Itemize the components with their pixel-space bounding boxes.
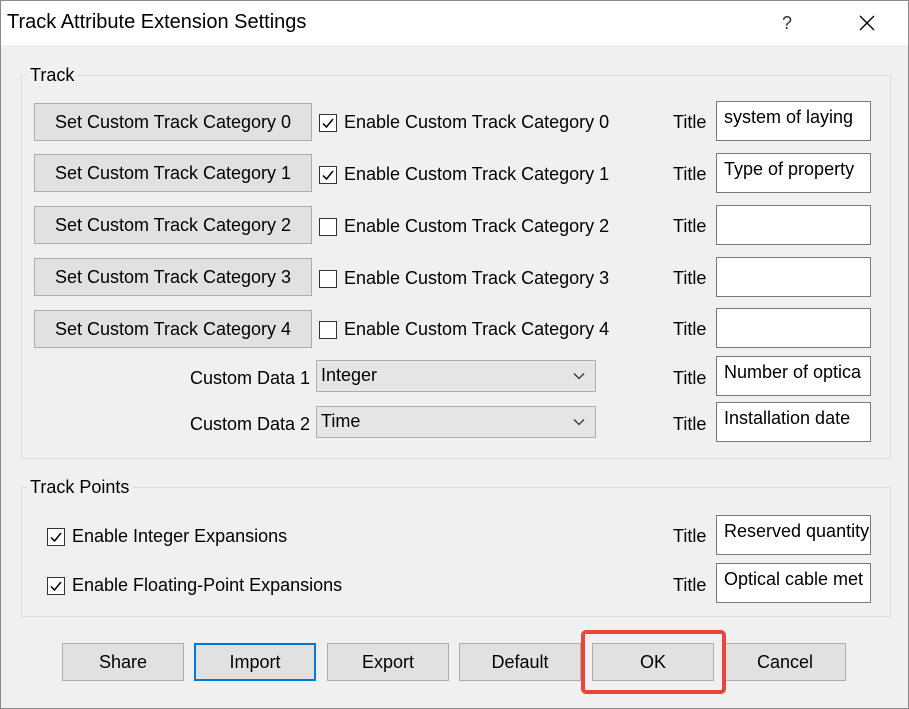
- default-button[interactable]: Default: [459, 643, 581, 681]
- category-0-title-input[interactable]: system of laying: [716, 101, 871, 141]
- share-button[interactable]: Share: [62, 643, 184, 681]
- enable-category-0-checkbox[interactable]: Enable Custom Track Category 0: [319, 112, 609, 133]
- export-button[interactable]: Export: [327, 643, 449, 681]
- custom-data-1-title-input[interactable]: Number of optica: [716, 356, 871, 396]
- chevron-down-icon: [573, 419, 585, 426]
- enable-floating-point-expansions-label: Enable Floating-Point Expansions: [72, 575, 343, 595]
- checkbox-box[interactable]: [319, 217, 337, 236]
- custom-data-1-title-label: Title: [673, 368, 707, 388]
- category-2-title-input[interactable]: [716, 205, 871, 245]
- import-button[interactable]: Import: [194, 643, 316, 681]
- dialog-window: Track Attribute Extension Settings ? Tra…: [0, 0, 909, 709]
- custom-data-2-title-input[interactable]: Installation date: [716, 402, 871, 442]
- set-category-1-button[interactable]: Set Custom Track Category 1: [34, 154, 312, 192]
- category-1-title-label: Title: [673, 164, 707, 184]
- category-0-title-label: Title: [673, 112, 707, 132]
- checkmark-icon: [50, 532, 62, 542]
- custom-data-1-value: Integer: [321, 365, 378, 385]
- category-4-title-label: Title: [673, 319, 707, 339]
- custom-data-2-select[interactable]: Time: [316, 406, 596, 438]
- checkbox-box[interactable]: [47, 576, 65, 595]
- enable-category-2-checkbox[interactable]: Enable Custom Track Category 2: [319, 216, 609, 237]
- custom-data-1-select[interactable]: Integer: [316, 360, 596, 392]
- enable-integer-expansions-label: Enable Integer Expansions: [72, 526, 288, 546]
- enable-floating-point-expansions-checkbox[interactable]: Enable Floating-Point Expansions: [47, 575, 342, 596]
- track-group-label: Track: [26, 65, 79, 86]
- integer-expansions-title-label: Title: [673, 526, 707, 546]
- window-title: Track Attribute Extension Settings: [7, 11, 307, 33]
- checkmark-icon: [322, 170, 334, 180]
- enable-category-0-label: Enable Custom Track Category 0: [344, 112, 610, 132]
- category-2-title-label: Title: [673, 216, 707, 236]
- category-3-title-label: Title: [673, 268, 707, 288]
- ok-button[interactable]: OK: [592, 643, 714, 681]
- integer-expansions-title-input[interactable]: Reserved quantity: [716, 515, 871, 555]
- custom-data-2-label: Custom Data 2: [190, 414, 311, 434]
- enable-category-4-checkbox[interactable]: Enable Custom Track Category 4: [319, 319, 609, 340]
- checkbox-box[interactable]: [47, 527, 65, 546]
- category-4-title-input[interactable]: [716, 308, 871, 348]
- close-button[interactable]: [847, 7, 887, 39]
- help-button[interactable]: ?: [769, 7, 805, 39]
- title-bar: Track Attribute Extension Settings ?: [1, 1, 908, 45]
- enable-category-3-label: Enable Custom Track Category 3: [344, 268, 610, 288]
- enable-category-4-label: Enable Custom Track Category 4: [344, 319, 610, 339]
- enable-category-2-label: Enable Custom Track Category 2: [344, 216, 610, 236]
- checkbox-box[interactable]: [319, 113, 337, 132]
- checkbox-box[interactable]: [319, 269, 337, 288]
- chevron-down-icon: [573, 373, 585, 380]
- category-3-title-input[interactable]: [716, 257, 871, 297]
- floating-point-expansions-title-input[interactable]: Optical cable met: [716, 563, 871, 603]
- set-category-3-button[interactable]: Set Custom Track Category 3: [34, 258, 312, 296]
- cancel-button[interactable]: Cancel: [724, 643, 846, 681]
- checkbox-box[interactable]: [319, 320, 337, 339]
- set-category-0-button[interactable]: Set Custom Track Category 0: [34, 103, 312, 141]
- set-category-4-button[interactable]: Set Custom Track Category 4: [34, 310, 312, 348]
- category-1-title-input[interactable]: Type of property: [716, 153, 871, 193]
- set-category-2-button[interactable]: Set Custom Track Category 2: [34, 206, 312, 244]
- custom-data-2-title-label: Title: [673, 414, 707, 434]
- close-icon: [859, 15, 875, 31]
- enable-integer-expansions-checkbox[interactable]: Enable Integer Expansions: [47, 526, 287, 547]
- checkmark-icon: [322, 118, 334, 128]
- custom-data-2-value: Time: [321, 411, 361, 431]
- checkbox-box[interactable]: [319, 165, 337, 184]
- checkmark-icon: [50, 581, 62, 591]
- enable-category-1-label: Enable Custom Track Category 1: [344, 164, 610, 184]
- custom-data-1-label: Custom Data 1: [190, 368, 311, 388]
- floating-point-expansions-title-label: Title: [673, 575, 707, 595]
- track-points-group-label: Track Points: [26, 477, 134, 498]
- enable-category-1-checkbox[interactable]: Enable Custom Track Category 1: [319, 164, 609, 185]
- enable-category-3-checkbox[interactable]: Enable Custom Track Category 3: [319, 268, 609, 289]
